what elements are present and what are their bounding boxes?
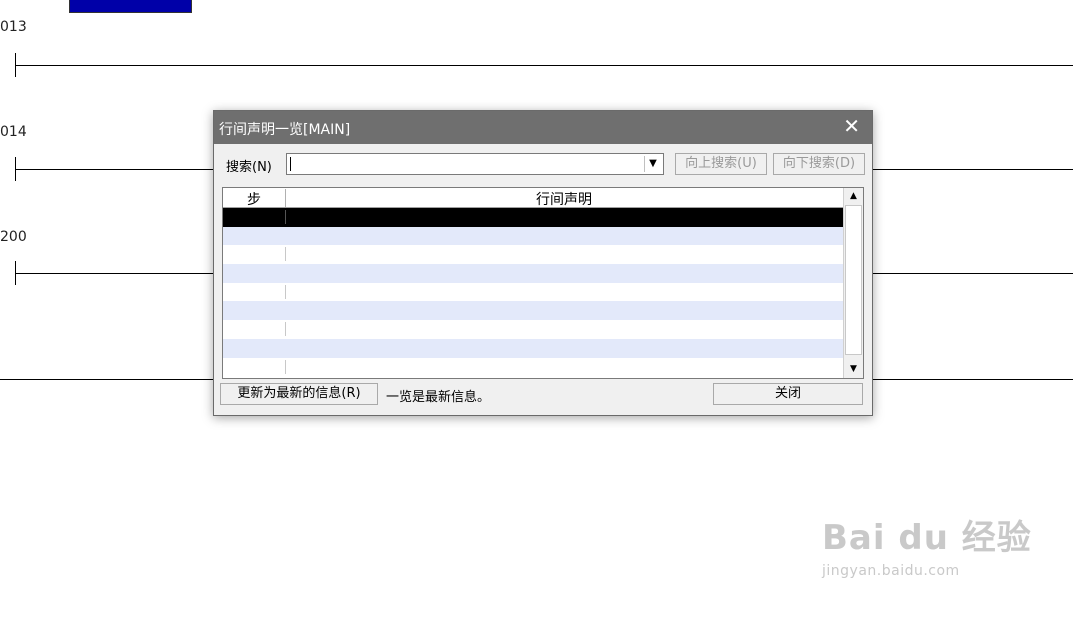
- list-row[interactable]: [223, 301, 843, 321]
- ladder-block: [69, 0, 192, 13]
- close-icon[interactable]: ✕: [843, 115, 860, 137]
- list-rows: [223, 208, 843, 376]
- dialog-title: 行间声明一览[MAIN]: [219, 122, 351, 138]
- list-row[interactable]: [223, 226, 843, 246]
- watermark-brand: Bai du 经验: [822, 518, 1032, 558]
- refresh-button[interactable]: 更新为最新的信息(R): [220, 383, 378, 405]
- step-number-label: 014: [0, 124, 27, 140]
- list-row[interactable]: [223, 283, 843, 302]
- close-button[interactable]: 关闭: [713, 383, 863, 405]
- ladder-rail: [15, 53, 16, 77]
- baidu-jingyan-watermark: Bai du 经验 jingyan.baidu.com: [822, 510, 1032, 579]
- step-number-label: 013: [0, 19, 27, 35]
- text-caret: [290, 157, 291, 171]
- dialog-titlebar[interactable]: 行间声明一览[MAIN] ✕: [214, 111, 872, 144]
- column-separator: [285, 322, 286, 337]
- list-header: 步 行间声明: [223, 188, 843, 208]
- search-combobox[interactable]: ▼: [286, 153, 664, 175]
- status-text: 一览是最新信息。: [386, 390, 491, 405]
- search-up-button[interactable]: 向上搜索(U): [675, 153, 767, 175]
- search-down-button[interactable]: 向下搜索(D): [773, 153, 865, 175]
- list-row[interactable]: [223, 264, 843, 283]
- vertical-scrollbar[interactable]: ▲ ▼: [843, 188, 863, 378]
- line-comment-list-dialog: 行间声明一览[MAIN] ✕ 搜索(N) ▼ 向上搜索(U) 向下搜索(D) 步…: [213, 110, 873, 416]
- list-row[interactable]: [223, 320, 843, 339]
- ladder-rung: [15, 65, 1073, 66]
- column-header-step[interactable]: 步: [223, 189, 286, 208]
- list-row[interactable]: [223, 245, 843, 264]
- ladder-rail: [15, 157, 16, 181]
- comment-list[interactable]: 步 行间声明 ▲ ▼: [222, 187, 864, 379]
- search-row: 搜索(N) ▼ 向上搜索(U) 向下搜索(D): [224, 153, 865, 177]
- scroll-up-icon[interactable]: ▲: [844, 188, 863, 205]
- list-row[interactable]: [223, 338, 843, 358]
- ladder-rail: [15, 261, 16, 285]
- scroll-down-icon[interactable]: ▼: [844, 361, 863, 378]
- column-header-comment[interactable]: 行间声明: [285, 189, 843, 209]
- column-separator: [285, 210, 286, 224]
- list-row-selected[interactable]: [223, 208, 843, 227]
- scrollbar-track[interactable]: [845, 205, 862, 355]
- list-row[interactable]: [223, 358, 843, 377]
- search-label: 搜索(N): [226, 160, 272, 175]
- column-separator: [285, 284, 286, 299]
- chevron-down-icon[interactable]: ▼: [644, 156, 661, 172]
- column-separator: [285, 359, 286, 374]
- watermark-url: jingyan.baidu.com: [822, 563, 960, 579]
- column-separator: [285, 247, 286, 262]
- step-number-label: 200: [0, 229, 27, 245]
